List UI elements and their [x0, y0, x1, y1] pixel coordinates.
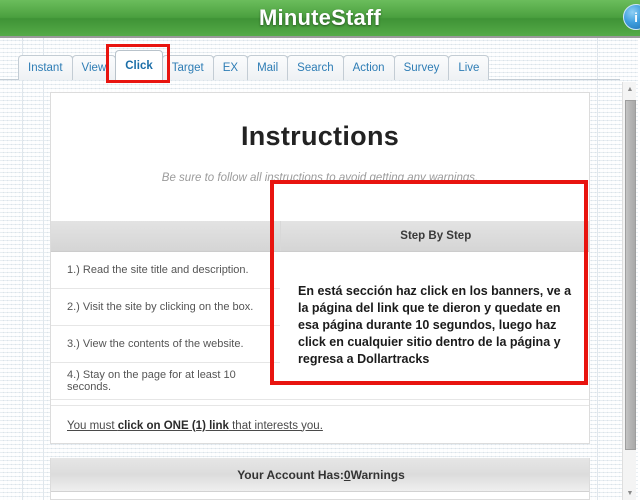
application-window: MinuteStaff i Instant View Click Target …	[0, 0, 640, 500]
tab-ex[interactable]: EX	[212, 55, 249, 80]
table-row: 1.) Read the site title and description.…	[51, 251, 589, 400]
background-rule	[597, 38, 598, 500]
page-subtitle: Be sure to follow all instructions to av…	[161, 172, 479, 184]
app-title: MinuteStaff	[259, 5, 381, 30]
table-header-step-by-step: Step By Step	[280, 221, 589, 252]
tab-click[interactable]: Click	[115, 50, 163, 80]
note-cell: En está sección haz click en los banners…	[280, 251, 589, 400]
step-by-step-table: Step By Step 1.) Read the site title and…	[51, 221, 589, 400]
tab-target[interactable]: Target	[161, 55, 214, 80]
tab-search[interactable]: Search	[287, 55, 344, 80]
step-item-3: 3.) View the contents of the website.	[51, 325, 280, 363]
tab-bar: Instant View Click Target EX Mail Search…	[18, 50, 490, 80]
link-suffix: that interests you.	[228, 419, 323, 432]
info-badge-icon[interactable]: i	[623, 4, 640, 30]
click-one-link[interactable]: You must click on ONE (1) link that inte…	[67, 420, 323, 432]
step-item-2: 2.) Visit the site by clicking on the bo…	[51, 288, 280, 326]
spanish-note-text: En está sección haz click en los banners…	[298, 283, 572, 366]
step-item-1: 1.) Read the site title and description.	[51, 251, 280, 289]
link-bold: click on ONE (1) link	[117, 419, 229, 432]
scroll-down-arrow-icon[interactable]: ▼	[623, 486, 637, 500]
title-bar: MinuteStaff i	[0, 0, 640, 38]
tab-view[interactable]: View	[71, 55, 117, 80]
tab-live[interactable]: Live	[448, 55, 490, 80]
account-prefix: Your Account Has:	[237, 467, 344, 482]
warning-count[interactable]: 0	[344, 468, 351, 482]
link-prefix: You must	[67, 419, 118, 432]
tab-survey[interactable]: Survey	[393, 55, 450, 80]
tab-action[interactable]: Action	[342, 55, 395, 80]
background-rule	[43, 38, 44, 500]
table-header-row: Step By Step	[51, 221, 589, 252]
account-suffix: Warnings	[350, 467, 405, 482]
scroll-up-arrow-icon[interactable]: ▲	[623, 82, 637, 96]
account-card: Your Account Has: 0 Warnings	[50, 458, 590, 500]
tab-instant[interactable]: Instant	[18, 55, 73, 80]
background-rule	[22, 38, 23, 500]
page-title: Instructions	[240, 121, 400, 151]
vertical-scrollbar[interactable]: ▲ ▼	[622, 82, 636, 500]
click-one-link-row: You must click on ONE (1) link that inte…	[51, 405, 589, 443]
table-header-blank	[51, 221, 281, 252]
instructions-card: Instructions Be sure to follow all instr…	[50, 92, 590, 444]
account-warnings-bar: Your Account Has: 0 Warnings	[51, 458, 589, 492]
tab-mail[interactable]: Mail	[247, 55, 289, 80]
step-item-4: 4.) Stay on the page for at least 10 sec…	[51, 362, 280, 400]
scrollbar-thumb[interactable]	[625, 100, 636, 450]
